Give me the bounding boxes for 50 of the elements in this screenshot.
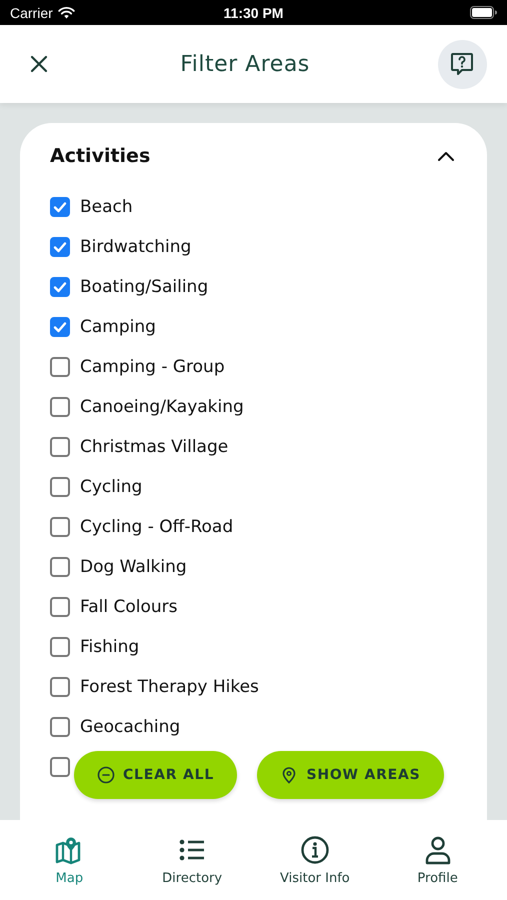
info-icon (300, 834, 330, 864)
checkbox-label: Geocaching (80, 717, 180, 737)
checkbox-label: Camping - Group (80, 357, 225, 377)
checkbox-label: Beach (80, 197, 133, 217)
section-title: Activities (50, 145, 150, 167)
checkbox-label: Cycling - Off-Road (80, 517, 234, 537)
checkbox[interactable] (50, 597, 70, 617)
wifi-icon (58, 6, 75, 18)
checkbox[interactable] (50, 317, 70, 337)
checkbox-label: Christmas Village (80, 437, 228, 457)
checkbox[interactable] (50, 557, 70, 577)
checkbox[interactable] (50, 277, 70, 297)
checkbox[interactable] (50, 437, 70, 457)
checkbox-label: Boating/Sailing (80, 277, 208, 297)
status-time: 11:30 PM (224, 4, 284, 20)
checkbox[interactable] (50, 197, 70, 217)
checkbox[interactable] (50, 237, 70, 257)
checkbox-label: Camping (80, 317, 156, 337)
tab[interactable]: Profile (382, 830, 493, 890)
checkbox[interactable] (50, 517, 70, 537)
tab[interactable]: Map (14, 830, 124, 890)
check-icon (53, 241, 67, 253)
check-icon (53, 321, 67, 333)
show-areas-button[interactable]: SHOW AREAS (257, 751, 444, 799)
close-icon (30, 55, 48, 73)
checkbox[interactable] (50, 677, 70, 697)
checkbox-label: Cycling (80, 477, 142, 497)
help-icon (449, 51, 476, 77)
clear-all-button[interactable]: CLEAR ALL (74, 751, 237, 799)
checkbox[interactable] (50, 357, 70, 377)
checkbox[interactable] (50, 717, 70, 737)
checkbox[interactable] (50, 397, 70, 417)
checkbox-label: Forest Therapy Hikes (80, 677, 259, 697)
checkbox-label: Fall Colours (80, 597, 178, 617)
pin-icon (280, 766, 298, 784)
checkbox[interactable] (50, 477, 70, 497)
checkbox[interactable] (50, 757, 70, 777)
checkbox[interactable] (50, 637, 70, 657)
checkbox-label: Fishing (80, 637, 140, 657)
page-title: Filter Areas (180, 52, 310, 76)
tab[interactable]: Visitor Info (260, 830, 370, 890)
carrier-name: Carrier (10, 4, 53, 20)
check-icon (53, 201, 67, 213)
minus-circle-icon (96, 766, 115, 784)
tab[interactable]: Directory (137, 830, 248, 890)
battery-icon (470, 6, 497, 19)
checkbox-label: Canoeing/Kayaking (80, 397, 244, 417)
checkbox-label: Birdwatching (80, 237, 192, 257)
check-icon (53, 281, 67, 293)
checkbox-label: Dog Walking (80, 557, 187, 577)
